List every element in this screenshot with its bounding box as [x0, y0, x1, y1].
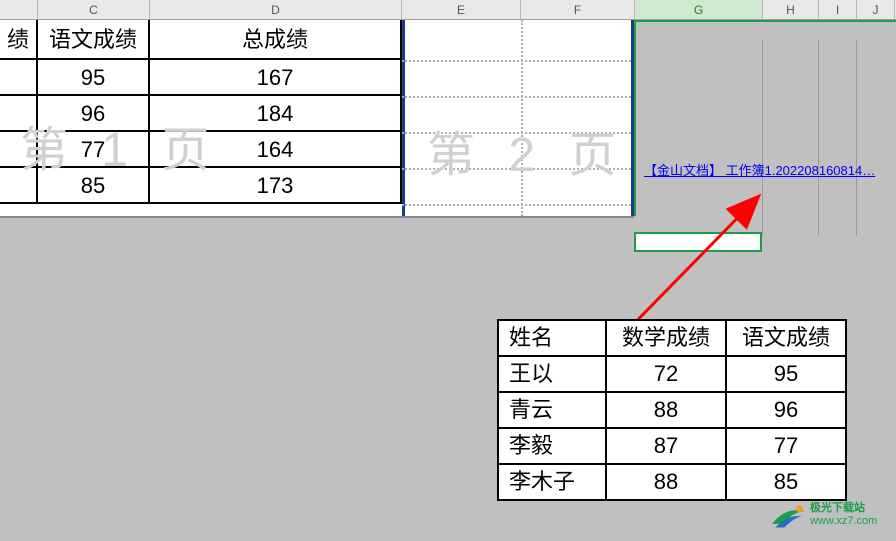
gridline-h [402, 96, 634, 98]
column-header-row: C D E F G H I J [0, 0, 896, 20]
col-header-j[interactable]: J [857, 0, 895, 19]
col-header-i[interactable]: I [819, 0, 857, 19]
th-name: 姓名 [498, 320, 606, 356]
td-name: 李木子 [498, 464, 606, 500]
page-break-region [402, 20, 634, 216]
grid-bottom-line [0, 216, 634, 218]
col-header-c[interactable]: C [38, 0, 150, 19]
th-chinese: 语文成绩 [726, 320, 846, 356]
table-row: 李毅 87 77 [498, 428, 846, 464]
grid-lines-overlay [634, 40, 896, 236]
page-break-line-left[interactable] [402, 20, 405, 216]
td-math: 88 [606, 392, 726, 428]
td-math: 87 [606, 428, 726, 464]
inset-data-table: 姓名 数学成绩 语文成绩 王以 72 95 青云 88 96 李毅 87 77 … [497, 319, 847, 501]
col-header-f[interactable]: F [521, 0, 635, 19]
cell-d4[interactable]: 164 [150, 132, 402, 168]
cell-c5[interactable]: 85 [38, 168, 150, 204]
col-header-h[interactable]: H [763, 0, 819, 19]
brand-url: www.xz7.com [810, 515, 877, 528]
site-branding: 极光下载站 www.xz7.com [770, 495, 890, 535]
brand-name: 极光下载站 [810, 502, 877, 515]
col-header-e[interactable]: E [402, 0, 521, 19]
table-row: 王以 72 95 [498, 356, 846, 392]
cell-b-header[interactable]: 绩 [0, 20, 38, 60]
cell-c2[interactable]: 95 [38, 60, 150, 96]
cell-b4[interactable] [0, 132, 38, 168]
spreadsheet-grid[interactable]: 绩 语文成绩 95 96 77 85 总成绩 167 184 164 173 [0, 20, 896, 216]
td-name: 王以 [498, 356, 606, 392]
selection-border-top [634, 20, 896, 22]
logo-swoosh-icon [770, 499, 806, 531]
cell-c-header[interactable]: 语文成绩 [38, 20, 150, 60]
th-math: 数学成绩 [606, 320, 726, 356]
col-header-partial[interactable] [0, 0, 38, 19]
gridline-v [521, 20, 523, 216]
active-cell-selection[interactable] [634, 232, 762, 252]
col-header-g[interactable]: G [635, 0, 763, 19]
td-chinese: 77 [726, 428, 846, 464]
td-math: 88 [606, 464, 726, 500]
cell-c3[interactable]: 96 [38, 96, 150, 132]
td-math: 72 [606, 356, 726, 392]
td-chinese: 95 [726, 356, 846, 392]
cell-c4[interactable]: 77 [38, 132, 150, 168]
cell-b5[interactable] [0, 168, 38, 204]
cell-b3[interactable] [0, 96, 38, 132]
td-name: 李毅 [498, 428, 606, 464]
cell-d-header[interactable]: 总成绩 [150, 20, 402, 60]
document-hyperlink[interactable]: 【金山文档】 工作簿1.202208160814… [644, 160, 875, 179]
td-chinese: 96 [726, 392, 846, 428]
cell-b2[interactable] [0, 60, 38, 96]
table-header-row: 姓名 数学成绩 语文成绩 [498, 320, 846, 356]
cell-d2[interactable]: 167 [150, 60, 402, 96]
cell-d3[interactable]: 184 [150, 96, 402, 132]
cell-d5[interactable]: 173 [150, 168, 402, 204]
td-name: 青云 [498, 392, 606, 428]
gridline-h [402, 204, 634, 206]
main-data-region: 绩 语文成绩 95 96 77 85 总成绩 167 184 164 173 [0, 20, 402, 204]
gridline-h [402, 168, 634, 170]
col-header-d[interactable]: D [150, 0, 402, 19]
gridline-h [402, 60, 634, 62]
gridline-h [402, 132, 634, 134]
table-row: 青云 88 96 [498, 392, 846, 428]
